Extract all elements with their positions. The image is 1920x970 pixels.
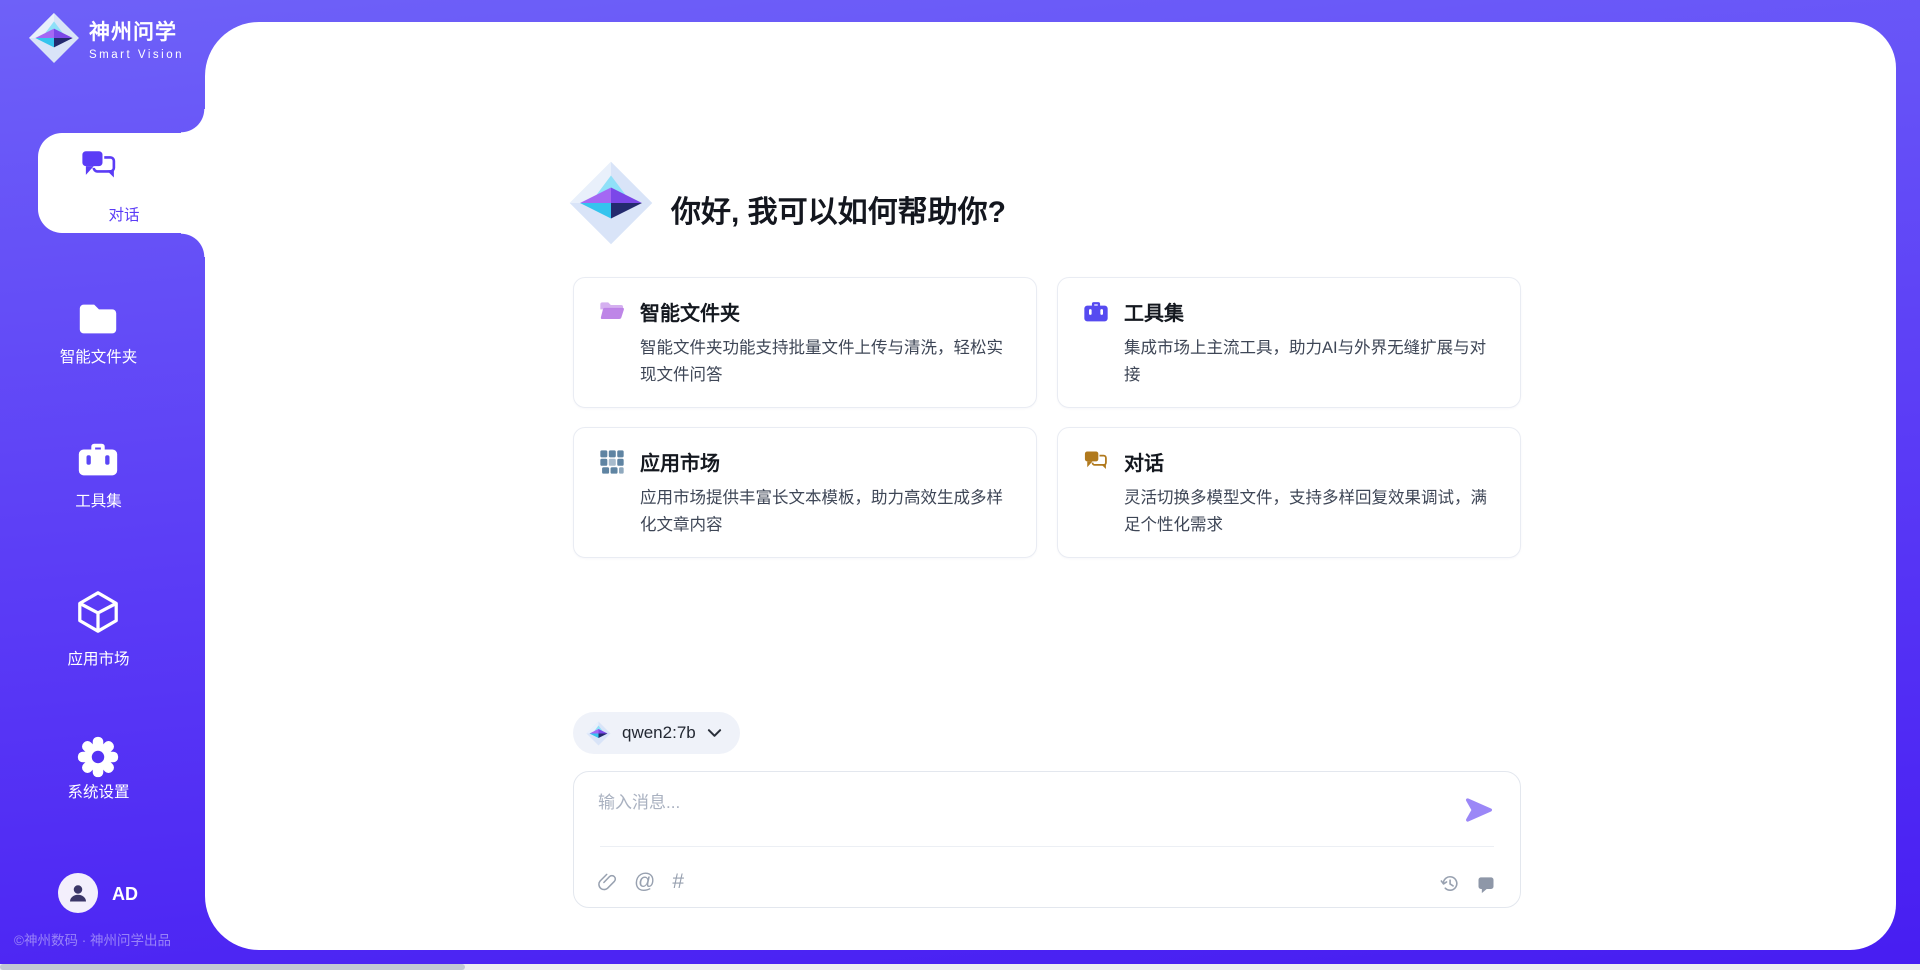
app-grid-icon [598,448,626,476]
avatar[interactable] [58,873,98,913]
card-smart-folders[interactable]: 智能文件夹 智能文件夹功能支持批量文件上传与清洗，轻松实现文件问答 [573,277,1037,408]
mention-button[interactable]: @ [634,870,655,894]
send-button[interactable] [1463,794,1495,826]
sidebar-item-tools-label: 工具集 [0,489,197,511]
cube-icon [75,589,121,635]
card-title: 智能文件夹 [640,297,1012,326]
person-icon [66,881,90,905]
card-title: 应用市场 [640,447,1012,476]
sidebar-item-settings-label: 系统设置 [0,780,197,802]
card-toolset[interactable]: 工具集 集成市场上主流工具，助力AI与外界无缝扩展与对接 [1057,277,1521,408]
page-title: 你好, 我可以如何帮助你? [671,187,1006,231]
hashtag-button[interactable]: # [672,870,684,894]
history-icon [1439,873,1460,894]
card-chat[interactable]: 对话 灵活切换多模型文件，支持多样回复效果调试，满足个性化需求 [1057,427,1521,558]
brand-name: 神州问学 [89,16,184,46]
feature-cards: 智能文件夹 智能文件夹功能支持批量文件上传与清洗，轻松实现文件问答 工具集 集成… [573,277,1521,558]
chat-bubbles-icon [78,146,120,188]
card-title: 对话 [1124,447,1496,476]
tab-fillet-bottom [181,233,205,257]
send-icon [1463,794,1495,826]
model-selector[interactable]: qwen2:7b [573,712,740,754]
brand-diamond-logo-icon [28,12,80,64]
card-description: 智能文件夹功能支持批量文件上传与清洗，轻松实现文件问答 [640,335,1012,388]
scrollbar-thumb[interactable] [0,964,465,970]
attach-button[interactable] [598,871,617,893]
diamond-logo-icon [586,721,611,746]
feedback-button[interactable] [1476,874,1496,894]
main-panel: 你好, 我可以如何帮助你? 智能文件夹 智能文件夹功能支持批量文件上传与清洗，轻… [205,22,1896,950]
sidebar-item-folders-label: 智能文件夹 [0,345,197,367]
message-composer: @ # [573,771,1521,908]
brand-subtitle: Smart Vision [89,49,184,61]
chevron-down-icon [707,728,722,738]
message-input[interactable] [598,788,1438,840]
card-description: 灵活切换多模型文件，支持多样回复效果调试，满足个性化需求 [1124,485,1496,538]
copyright: ©神州数码 · 神州问学出品 [14,929,234,949]
chat-bubbles-icon [1082,448,1110,476]
card-description: 应用市场提供丰富长文本模板，助力高效生成多样化文章内容 [640,485,1012,538]
composer-divider [600,846,1494,847]
user-name: AD [112,884,138,905]
folder-icon [75,296,121,342]
sidebar-item-market-label: 应用市场 [0,647,197,669]
hash-icon: # [672,870,684,894]
briefcase-icon [75,437,121,483]
tab-fillet-top [181,109,205,133]
paperclip-icon [598,871,617,893]
gear-icon [75,734,121,780]
greeting-diamond-logo-icon [568,160,654,246]
history-button[interactable] [1439,873,1460,894]
briefcase-icon [1082,298,1110,326]
at-icon: @ [634,870,655,894]
message-icon [1476,874,1496,894]
card-app-market[interactable]: 应用市场 应用市场提供丰富长文本模板，助力高效生成多样化文章内容 [573,427,1037,558]
model-name: qwen2:7b [622,723,696,743]
sidebar-item-chat-label: 对话 [38,203,210,225]
horizontal-scrollbar[interactable] [0,964,1920,970]
folder-open-icon [598,298,626,326]
card-description: 集成市场上主流工具，助力AI与外界无缝扩展与对接 [1124,335,1496,388]
brand: 神州问学 Smart Vision [28,12,184,64]
card-title: 工具集 [1124,297,1496,326]
